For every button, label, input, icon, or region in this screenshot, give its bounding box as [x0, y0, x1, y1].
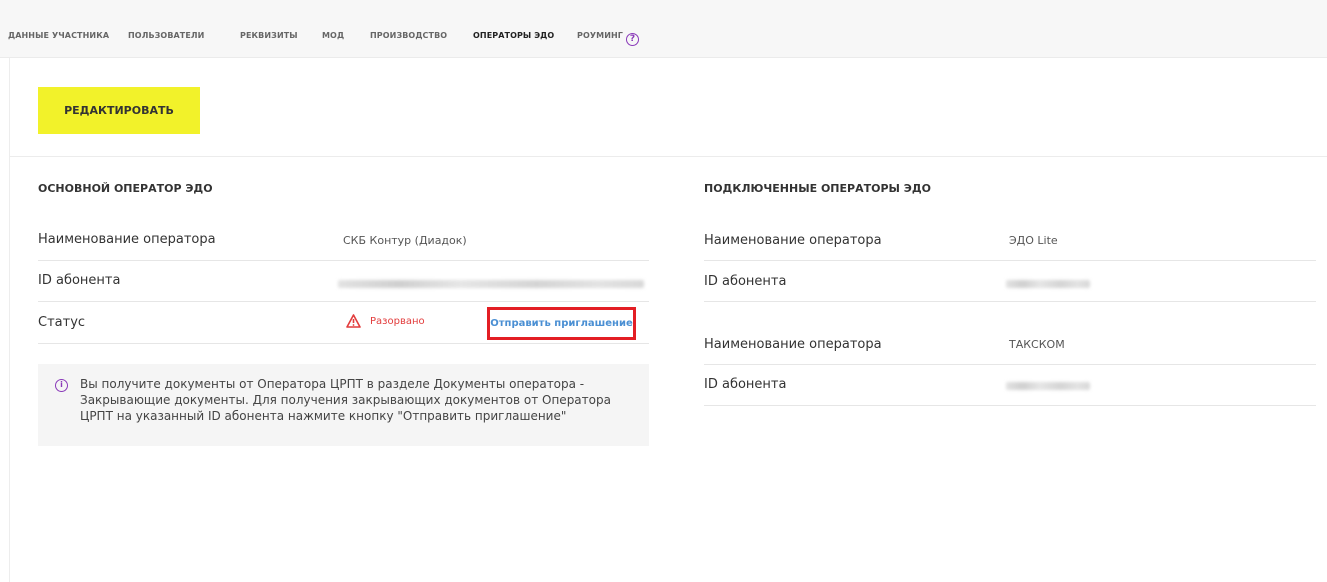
connected-subscriber-id-label: ID абонента [704, 377, 787, 392]
tab-bar: ДАННЫЕ УЧАСТНИКА ПОЛЬЗОВАТЕЛИ РЕКВИЗИТЫ … [0, 0, 1327, 58]
connected-operator-name-value: ТАКСКОМ [1009, 338, 1065, 351]
edit-button[interactable]: РЕДАКТИРОВАТЬ [38, 87, 200, 134]
help-circle-icon[interactable]: ? [625, 33, 639, 46]
operator-name-label: Наименование оператора [38, 232, 216, 247]
tab-roaming[interactable]: РОУМИНГ? [577, 31, 639, 46]
content-panel [9, 58, 1327, 582]
row-divider [704, 260, 1316, 261]
connected-operator-name-value: ЭДО Lite [1009, 234, 1058, 247]
tab-participant-data[interactable]: ДАННЫЕ УЧАСТНИКА [8, 31, 109, 40]
row-divider [704, 364, 1316, 365]
tab-users[interactable]: ПОЛЬЗОВАТЕЛИ [128, 31, 204, 40]
subscriber-id-label: ID абонента [38, 273, 121, 288]
connected-subscriber-id-label: ID абонента [704, 274, 787, 289]
divider [10, 156, 1327, 157]
connected-operators-title: ПОДКЛЮЧЕННЫЕ ОПЕРАТОРЫ ЭДО [704, 182, 931, 195]
row-divider [704, 301, 1316, 302]
row-divider [38, 301, 649, 302]
info-box: i Вы получите документы от Оператора ЦРП… [38, 364, 649, 446]
connected-operator-name-label: Наименование оператора [704, 233, 882, 248]
connected-operator-name-label: Наименование оператора [704, 337, 882, 352]
main-operator-title: ОСНОВНОЙ ОПЕРАТОР ЭДО [38, 182, 213, 195]
warning-triangle-icon [346, 314, 361, 328]
tab-edo-operators[interactable]: ОПЕРАТОРЫ ЭДО [473, 31, 554, 40]
info-text: Вы получите документы от Оператора ЦРПТ … [80, 377, 611, 423]
info-circle-icon: i [55, 379, 68, 392]
row-divider [704, 405, 1316, 406]
status-value: Разорвано [346, 314, 425, 328]
tab-roaming-label: РОУМИНГ [577, 31, 623, 40]
status-label: Статус [38, 315, 86, 330]
tab-requisites[interactable]: РЕКВИЗИТЫ [240, 31, 298, 40]
subscriber-id-redacted [338, 280, 644, 288]
connected-subscriber-id-redacted [1006, 382, 1090, 390]
tab-production[interactable]: ПРОИЗВОДСТВО [370, 31, 447, 40]
operator-name-value: СКБ Контур (Диадок) [343, 234, 467, 247]
status-text: Разорвано [370, 315, 425, 327]
connected-subscriber-id-redacted [1006, 280, 1090, 288]
row-divider [38, 260, 649, 261]
send-invitation-link[interactable]: Отправить приглашение [487, 307, 636, 340]
row-divider [38, 343, 649, 344]
tab-mod[interactable]: МОД [322, 31, 344, 40]
